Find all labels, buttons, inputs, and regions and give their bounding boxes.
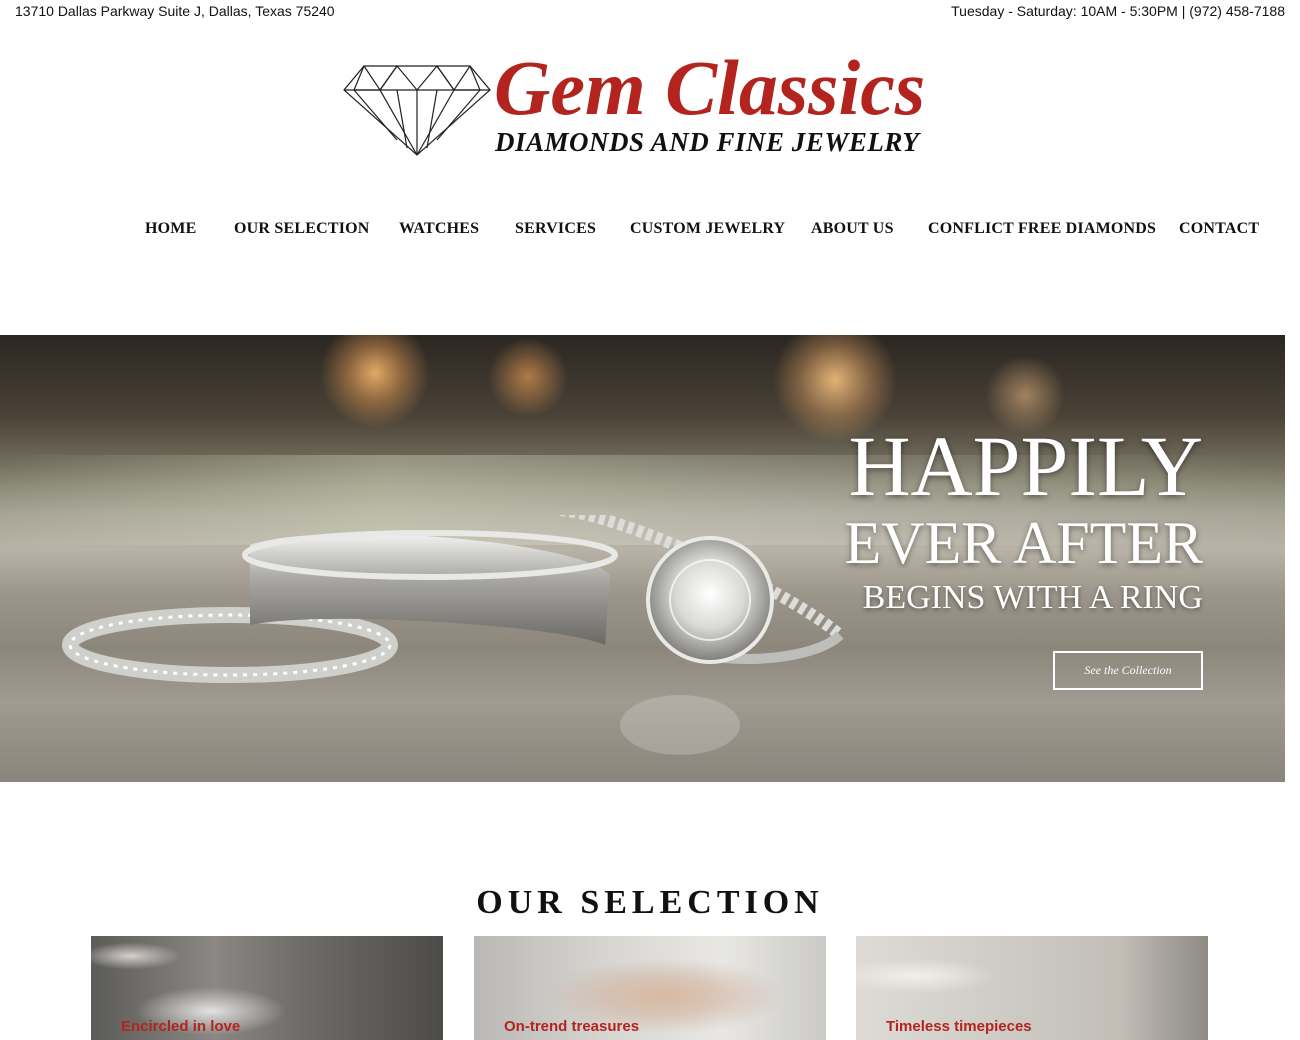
site-logo[interactable]: Gem Classics DIAMONDS AND FINE JEWELRY [342, 49, 958, 163]
brand-name: Gem Classics [494, 44, 926, 131]
selection-card-label: Timeless timepieces [886, 1018, 1032, 1035]
selection-card-label: Encircled in love [121, 1018, 241, 1035]
hero-subheadline: EVER AFTER [844, 510, 1203, 576]
nav-item-custom-jewelry[interactable]: CUSTOM JEWELRY [630, 220, 785, 238]
brand-tagline: DIAMONDS AND FINE JEWELRY [495, 127, 920, 157]
nav-item-our-selection[interactable]: OUR SELECTION [234, 220, 370, 238]
nav-item-conflict-free-diamonds[interactable]: CONFLICT FREE DIAMONDS [928, 220, 1156, 238]
nav-item-watches[interactable]: WATCHES [399, 220, 479, 238]
hero-headline: HAPPILY [848, 418, 1203, 514]
store-address: 13710 Dallas Parkway Suite J, Dallas, Te… [15, 3, 335, 19]
our-selection-title: OUR SELECTION [476, 884, 824, 921]
selection-card-fashion[interactable]: On-trend treasures [474, 936, 826, 1040]
hero-tagline: BEGINS WITH A RING [862, 579, 1203, 616]
main-navigation: HOME OUR SELECTION WATCHES SERVICES CUST… [0, 220, 1300, 246]
diamond-icon [343, 65, 491, 156]
nav-item-about-us[interactable]: ABOUT US [811, 220, 894, 238]
top-info-bar: 13710 Dallas Parkway Suite J, Dallas, Te… [0, 0, 1300, 22]
nav-item-contact[interactable]: CONTACT [1179, 220, 1259, 238]
hero-banner: HAPPILY EVER AFTER BEGINS WITH A RING Se… [0, 335, 1285, 782]
nav-item-services[interactable]: SERVICES [515, 220, 596, 238]
store-hours-phone: Tuesday - Saturday: 10AM - 5:30PM | (972… [951, 3, 1285, 19]
selection-card-label: On-trend treasures [504, 1018, 640, 1035]
selection-card-watches[interactable]: Timeless timepieces [856, 936, 1208, 1040]
nav-item-home[interactable]: HOME [145, 220, 196, 238]
see-collection-button[interactable]: See the Collection [1053, 651, 1203, 690]
rings-image [62, 515, 844, 755]
selection-card-engagement[interactable]: Encircled in love [91, 936, 443, 1040]
